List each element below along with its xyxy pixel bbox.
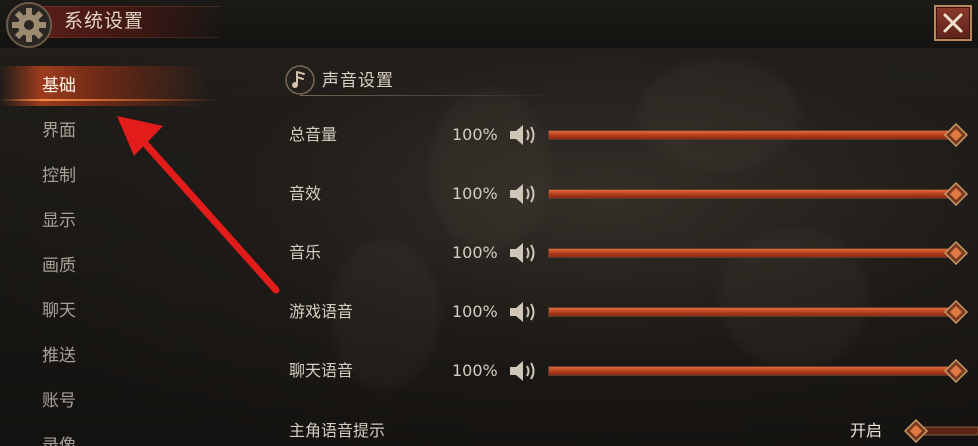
gear-icon	[6, 2, 52, 48]
volume-slider[interactable]	[548, 189, 958, 199]
setting-label: 游戏语音	[289, 302, 354, 321]
slider-handle[interactable]	[944, 182, 968, 206]
setting-row-game-voice: 游戏语音 100%	[0, 292, 978, 332]
setting-label: 音乐	[289, 243, 322, 262]
close-button[interactable]	[934, 5, 972, 41]
setting-label: 聊天语音	[289, 361, 354, 380]
slider-fill	[549, 308, 957, 316]
volume-value: 100%	[452, 243, 498, 262]
volume-slider[interactable]	[548, 130, 958, 140]
close-icon	[943, 13, 963, 33]
volume-slider[interactable]	[548, 248, 958, 258]
slider-fill	[549, 249, 957, 257]
speaker-icon[interactable]	[508, 182, 538, 206]
music-note-icon	[285, 65, 315, 95]
slider-fill	[549, 190, 957, 198]
setting-row-sound-effects: 音效 100%	[0, 174, 978, 214]
section-title: 声音设置	[322, 71, 394, 91]
sidebar-item-basic[interactable]: 基础	[0, 66, 230, 106]
toggle-state-text: 开启	[850, 421, 883, 440]
speaker-icon[interactable]	[508, 123, 538, 147]
speaker-icon[interactable]	[508, 359, 538, 383]
volume-value: 100%	[452, 125, 498, 144]
volume-slider[interactable]	[548, 366, 958, 376]
speaker-icon[interactable]	[508, 300, 538, 324]
slider-handle[interactable]	[944, 123, 968, 147]
slider-handle[interactable]	[944, 359, 968, 383]
setting-row-chat-voice: 聊天语音 100%	[0, 351, 978, 391]
setting-label: 总音量	[289, 125, 338, 144]
title-bar: 系统设置	[0, 0, 978, 48]
toggle-switch[interactable]	[904, 419, 978, 443]
slider-handle[interactable]	[944, 241, 968, 265]
volume-slider[interactable]	[548, 307, 958, 317]
setting-row-music: 音乐 100%	[0, 233, 978, 273]
speaker-icon[interactable]	[508, 241, 538, 265]
volume-value: 100%	[452, 184, 498, 203]
setting-row-hero-voice-prompt: 主角语音提示 开启	[0, 411, 978, 446]
slider-handle[interactable]	[944, 300, 968, 324]
slider-fill	[549, 367, 957, 375]
setting-label: 音效	[289, 184, 322, 203]
volume-value: 100%	[452, 302, 498, 321]
volume-value: 100%	[452, 361, 498, 380]
setting-label: 主角语音提示	[289, 421, 386, 440]
window-title: 系统设置	[64, 10, 145, 32]
slider-fill	[549, 131, 957, 139]
section-divider	[300, 95, 560, 96]
settings-screen: 系统设置 基础 界面 控制 显示 画质 聊天 推送 账号 录像 声音设置 总音量…	[0, 0, 978, 446]
setting-row-master-volume: 总音量 100%	[0, 115, 978, 155]
